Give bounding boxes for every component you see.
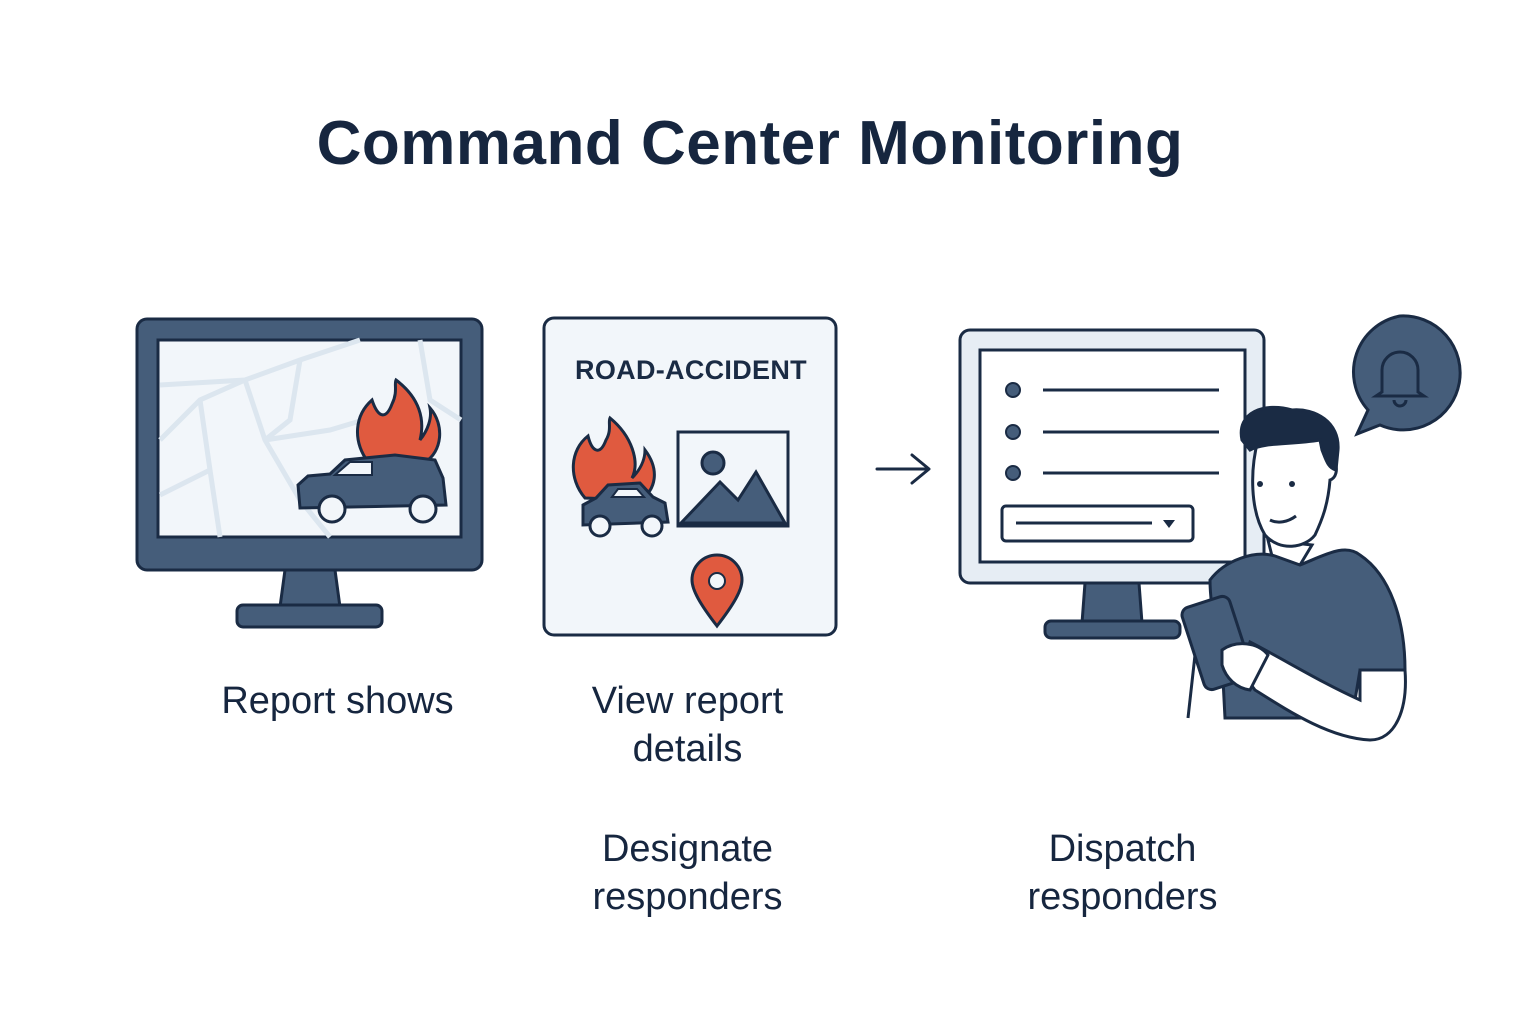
caption-report-shows: Report shows — [221, 680, 454, 722]
caption-designate: Designate responders — [592, 828, 783, 918]
card-label: ROAD-ACCIDENT — [575, 355, 807, 385]
dropdown-field — [1000, 504, 1195, 543]
caption-view-details: View report details — [591, 680, 784, 770]
arrow-right-icon — [875, 453, 931, 485]
bell-icon — [1352, 314, 1462, 437]
caption-dispatch: Dispatch responders — [1027, 828, 1218, 918]
image-icon — [676, 430, 790, 528]
